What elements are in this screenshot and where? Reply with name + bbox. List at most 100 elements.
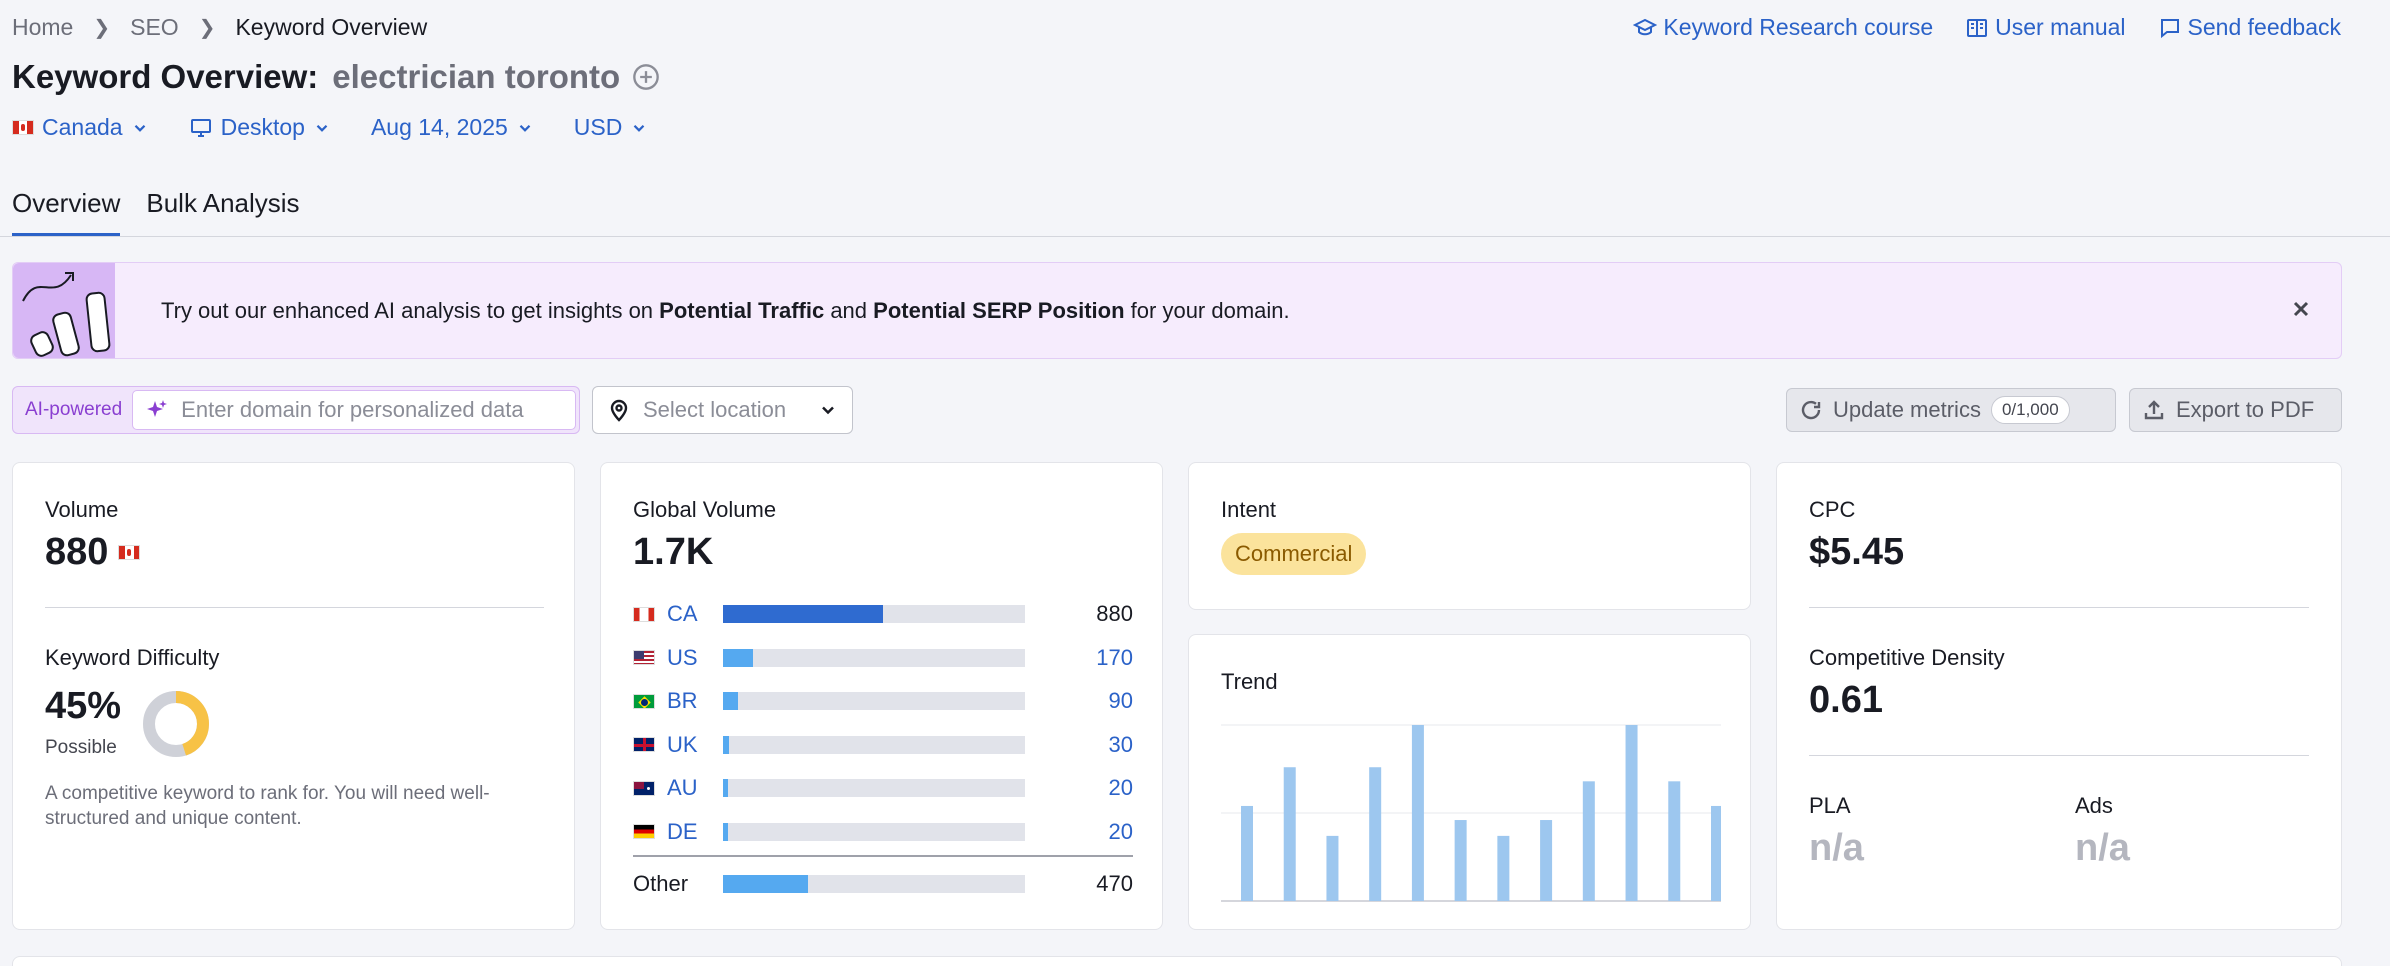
breadcrumb-seo[interactable]: SEO	[130, 14, 179, 41]
send-feedback-link[interactable]: Send feedback	[2158, 14, 2341, 41]
book-icon	[1967, 18, 1988, 37]
global-volume-card: Global Volume 1.7K Other 470 CA 880 US 170 B…	[600, 462, 1163, 930]
competitive-density-value: 0.61	[1809, 679, 1883, 721]
country-volume: 880	[1096, 601, 1133, 626]
country-code[interactable]: US	[667, 645, 719, 671]
trend-bar[interactable]	[1411, 725, 1424, 901]
export-pdf-button[interactable]: Export to PDF	[2129, 388, 2342, 432]
competitive-density-label: Competitive Density	[1809, 645, 2005, 670]
bar-fill	[723, 605, 884, 623]
country-code[interactable]: DE	[667, 819, 719, 845]
brazil-flag-icon	[633, 693, 655, 709]
country-volume: 90	[1108, 688, 1133, 713]
keyword-difficulty-value: 45%	[45, 685, 122, 727]
bar-fill	[723, 735, 730, 754]
trend-bar[interactable]	[1711, 805, 1721, 901]
country-select[interactable]: Canada	[12, 114, 149, 141]
domain-input[interactable]: Enter domain for personalized data	[132, 390, 576, 430]
chevron-down-icon	[519, 124, 531, 132]
upload-icon	[2144, 400, 2164, 420]
keyword-difficulty-description: A competitive keyword to rank for. You w…	[45, 783, 490, 829]
difficulty-donut-chart	[143, 691, 209, 757]
intent-badge: Commercial	[1221, 533, 1367, 575]
chevron-down-icon	[634, 124, 645, 132]
trend-card: Trend	[1188, 634, 1751, 930]
device-select[interactable]: Desktop	[189, 114, 331, 141]
banner-message: Try out our enhanced AI analysis to get …	[161, 297, 1290, 323]
trend-bar[interactable]	[1540, 820, 1553, 901]
breadcrumb-home[interactable]: Home	[12, 14, 73, 41]
tabs: Overview Bulk Analysis	[12, 188, 300, 237]
divider	[45, 607, 544, 608]
breadcrumb: Home ❯ SEO ❯ Keyword Overview	[12, 14, 427, 41]
usa-flag-icon	[633, 650, 655, 665]
global-volume-label: Global Volume	[633, 497, 777, 522]
trend-bar[interactable]	[1625, 725, 1638, 901]
chart-illustration-icon	[13, 263, 115, 358]
divider	[1809, 755, 2309, 756]
map-pin-icon	[610, 399, 628, 422]
message-icon	[2160, 18, 2179, 38]
ads-label: Ads	[2075, 793, 2113, 818]
tab-overview[interactable]: Overview	[12, 188, 121, 237]
trend-bar[interactable]	[1241, 805, 1253, 901]
trend-bar[interactable]	[1369, 767, 1382, 901]
pla-label: PLA	[1809, 793, 1851, 818]
bar-fill	[723, 822, 728, 841]
location-select[interactable]: Select location	[592, 386, 853, 434]
global-volume-value: 1.7K	[633, 531, 714, 573]
chevron-right-icon: ❯	[198, 17, 216, 39]
canada-flag-icon	[12, 120, 34, 135]
trend-bar[interactable]	[1454, 820, 1467, 901]
global-volume-row-us: US 170	[633, 643, 1133, 673]
refresh-icon	[1801, 400, 1821, 420]
country-volume: 30	[1108, 731, 1133, 757]
country-volume: 20	[1108, 775, 1133, 800]
australia-flag-icon	[633, 780, 655, 796]
breadcrumb-current: Keyword Overview	[235, 14, 428, 40]
currency-select[interactable]: USD	[574, 114, 649, 141]
desktop-icon	[190, 118, 211, 137]
date-select[interactable]: Aug 14, 2025	[371, 114, 534, 141]
keyword-difficulty-level: Possible	[45, 737, 117, 758]
pla-value: n/a	[1809, 827, 1864, 869]
chevron-right-icon: ❯	[93, 17, 111, 39]
update-metrics-count: 0/1,000	[1990, 396, 2070, 424]
add-circle-icon[interactable]	[632, 63, 660, 91]
keyword-difficulty-label: Keyword Difficulty	[45, 645, 220, 670]
bar-track	[723, 875, 1025, 893]
other-label: Other	[633, 871, 689, 896]
update-metrics-button[interactable]: Update metrics 0/1,000	[1786, 388, 2116, 432]
bar-fill	[723, 648, 754, 667]
bar-track	[723, 822, 1025, 841]
ai-promo-banner: Try out our enhanced AI analysis to get …	[12, 262, 2342, 359]
keyword-research-course-link[interactable]: Keyword Research course	[1633, 14, 1933, 41]
country-volume: 170	[1096, 644, 1133, 670]
close-icon[interactable]	[2289, 297, 2313, 321]
bar-fill	[723, 875, 808, 893]
sparkle-icon	[147, 400, 168, 417]
next-card	[12, 956, 2342, 966]
trend-bar[interactable]	[1326, 835, 1339, 901]
canada-flag-icon	[118, 545, 141, 560]
trend-bar[interactable]	[1582, 781, 1595, 901]
keyword-text: electrician toronto	[332, 58, 621, 95]
country-code[interactable]: UK	[667, 732, 719, 758]
intent-label: Intent	[1221, 497, 1277, 522]
country-volume: 20	[1108, 818, 1133, 844]
country-code[interactable]: AU	[667, 775, 719, 801]
trend-bar[interactable]	[1668, 781, 1681, 901]
country-code[interactable]: CA	[667, 601, 719, 627]
uk-flag-icon	[633, 737, 655, 752]
cpc-value: $5.45	[1809, 531, 1905, 573]
trend-bar[interactable]	[1497, 835, 1510, 901]
trend-bar[interactable]	[1283, 767, 1296, 901]
ai-powered-label: AI-powered	[25, 399, 123, 420]
germany-flag-icon	[633, 824, 655, 839]
user-manual-link[interactable]: User manual	[1965, 14, 2126, 41]
country-code[interactable]: BR	[667, 688, 719, 714]
intent-card: Intent Commercial	[1188, 462, 1751, 610]
global-volume-row-uk: UK 30	[633, 730, 1133, 760]
tab-bulk-analysis[interactable]: Bulk Analysis	[146, 188, 299, 237]
graduation-cap-icon	[1633, 18, 1658, 35]
